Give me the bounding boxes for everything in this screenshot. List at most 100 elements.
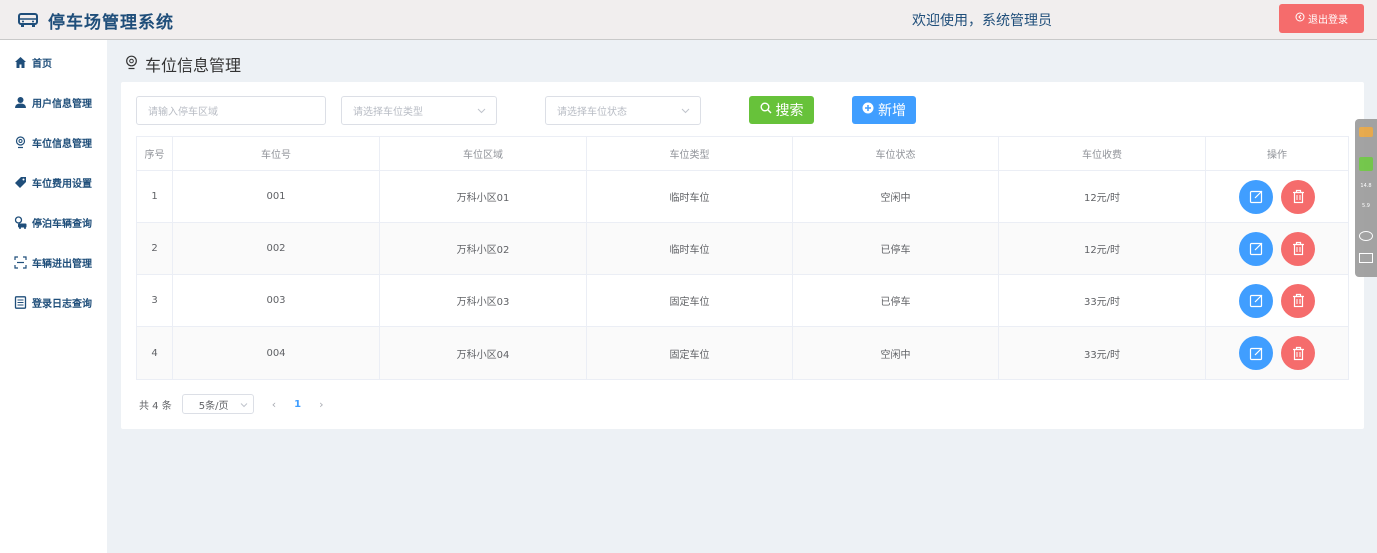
space-status-select[interactable]: 请选择车位状态 bbox=[545, 96, 701, 125]
table-header-row: 序号 车位号 车位区域 车位类型 车位状态 车位收费 操作 bbox=[137, 137, 1348, 171]
home-icon bbox=[14, 56, 27, 69]
space-type-select[interactable]: 请选择车位类型 bbox=[341, 96, 497, 125]
car-search-icon bbox=[14, 215, 27, 229]
sidebar-item-parked-vehicles[interactable]: 停泊车辆查询 bbox=[0, 207, 107, 237]
sidebar-item-vehicle-inout[interactable]: 车辆进出管理 bbox=[0, 247, 107, 277]
floating-monitor-widget[interactable]: 14.8 5.9 bbox=[1355, 119, 1377, 277]
page-size-value: 5条/页 bbox=[198, 400, 229, 412]
chevron-down-icon bbox=[240, 403, 248, 408]
column-header: 操作 bbox=[1267, 150, 1287, 161]
space-area: 万科小区02 bbox=[380, 223, 587, 274]
sidebar-item-login-logs[interactable]: 登录日志查询 bbox=[0, 287, 107, 317]
prev-page-button[interactable]: ‹ bbox=[272, 398, 276, 411]
welcome-text: 欢迎使用，系统管理员 bbox=[912, 13, 1052, 29]
space-area: 万科小区03 bbox=[380, 275, 587, 326]
row-index: 1 bbox=[137, 171, 173, 222]
log-icon bbox=[14, 295, 27, 309]
top-header: 停车场管理系统 欢迎使用，系统管理员 退出登录 bbox=[0, 0, 1377, 40]
area-search-input[interactable]: 请输入停车区域 bbox=[136, 96, 326, 125]
delete-button[interactable] bbox=[1281, 336, 1315, 370]
badge-icon bbox=[1359, 127, 1373, 137]
add-button[interactable]: 新增 bbox=[852, 96, 916, 124]
table-row: 2 002 万科小区02 临时车位 已停车 12元/时 bbox=[137, 223, 1348, 275]
page-number[interactable]: 1 bbox=[294, 399, 301, 410]
area-placeholder: 请输入停车区域 bbox=[148, 107, 218, 118]
row-actions bbox=[1206, 223, 1348, 274]
car-logo-icon bbox=[18, 10, 38, 28]
row-index: 4 bbox=[137, 327, 173, 379]
row-index: 3 bbox=[137, 275, 173, 326]
widget-value: 14.8 bbox=[1360, 183, 1372, 189]
row-actions bbox=[1206, 171, 1348, 222]
trash-icon bbox=[1292, 189, 1304, 204]
edit-button[interactable] bbox=[1239, 179, 1273, 214]
sidebar-item-label: 停泊车辆查询 bbox=[32, 218, 92, 230]
chart-icon bbox=[1359, 253, 1373, 263]
table-row: 3 003 万科小区03 固定车位 已停车 33元/时 bbox=[137, 275, 1348, 327]
next-page-button[interactable]: › bbox=[319, 398, 323, 411]
space-type: 固定车位 bbox=[587, 327, 793, 379]
column-header: 车位类型 bbox=[587, 137, 793, 170]
edit-icon bbox=[1249, 242, 1262, 256]
sidebar-item-label: 车辆进出管理 bbox=[32, 258, 92, 270]
space-fee: 33元/时 bbox=[999, 275, 1206, 326]
page-title: 车位信息管理 bbox=[124, 52, 241, 76]
edit-icon bbox=[1249, 190, 1262, 204]
space-type: 临时车位 bbox=[587, 171, 793, 222]
space-area: 万科小区01 bbox=[380, 171, 587, 222]
space-fee: 12元/时 bbox=[999, 171, 1206, 222]
parking-space-table: 序号 车位号 车位区域 车位类型 车位状态 车位收费 操作 1 001 万科小区… bbox=[136, 136, 1349, 380]
scan-icon bbox=[14, 255, 27, 269]
sidebar-item-spaces[interactable]: 车位信息管理 bbox=[0, 127, 107, 157]
space-number: 002 bbox=[173, 223, 380, 274]
page-size-select[interactable]: 5条/页 bbox=[181, 394, 254, 414]
space-area: 万科小区04 bbox=[380, 327, 587, 379]
delete-button[interactable] bbox=[1281, 179, 1315, 214]
plus-circle-icon bbox=[862, 102, 874, 118]
sidebar-item-label: 首页 bbox=[32, 58, 52, 70]
sidebar-item-home[interactable]: 首页 bbox=[0, 47, 107, 77]
table-row: 1 001 万科小区01 临时车位 空闲中 12元/时 bbox=[137, 171, 1348, 223]
content-card: 请输入停车区域 请选择车位类型 请选择车位状态 搜索 新增 序号 车位号 车位区… bbox=[121, 82, 1364, 429]
chevron-down-icon bbox=[477, 108, 486, 114]
status-placeholder: 请选择车位状态 bbox=[557, 107, 627, 118]
user-icon bbox=[14, 96, 27, 109]
column-header: 车位状态 bbox=[793, 137, 999, 170]
space-type: 固定车位 bbox=[587, 275, 793, 326]
edit-button[interactable] bbox=[1239, 336, 1273, 370]
edit-button[interactable] bbox=[1239, 231, 1273, 266]
battery-icon bbox=[1359, 157, 1373, 171]
space-type: 临时车位 bbox=[587, 223, 793, 274]
sidebar-item-users[interactable]: 用户信息管理 bbox=[0, 87, 107, 117]
space-status: 已停车 bbox=[793, 223, 999, 274]
delete-button[interactable] bbox=[1281, 283, 1315, 318]
row-index: 2 bbox=[137, 223, 173, 274]
table-row: 4 004 万科小区04 固定车位 空闲中 33元/时 bbox=[137, 327, 1348, 379]
search-button[interactable]: 搜索 bbox=[749, 96, 814, 124]
space-status: 空闲中 bbox=[793, 171, 999, 222]
pagination: 共 4 条 5条/页 ‹ 1 › bbox=[139, 394, 324, 414]
widget-value: 5.9 bbox=[1362, 203, 1370, 209]
space-number: 004 bbox=[173, 327, 380, 379]
total-count: 共 4 条 bbox=[139, 400, 172, 412]
add-label: 新增 bbox=[878, 103, 906, 119]
sidebar-item-label: 登录日志查询 bbox=[32, 298, 92, 310]
edit-button[interactable] bbox=[1239, 283, 1273, 318]
space-number: 001 bbox=[173, 171, 380, 222]
logout-icon bbox=[1295, 12, 1305, 25]
location-icon bbox=[14, 135, 27, 149]
logout-button[interactable]: 退出登录 bbox=[1279, 4, 1364, 33]
column-header: 车位区域 bbox=[380, 137, 587, 170]
edit-icon bbox=[1249, 294, 1262, 308]
row-actions bbox=[1206, 275, 1348, 326]
edit-icon bbox=[1249, 347, 1262, 360]
sidebar-item-fees[interactable]: 车位费用设置 bbox=[0, 167, 107, 197]
space-number: 003 bbox=[173, 275, 380, 326]
sidebar-item-label: 用户信息管理 bbox=[32, 98, 92, 110]
row-actions bbox=[1206, 327, 1348, 379]
space-fee: 33元/时 bbox=[999, 327, 1206, 379]
type-placeholder: 请选择车位类型 bbox=[353, 107, 423, 118]
delete-button[interactable] bbox=[1281, 231, 1315, 266]
trash-icon bbox=[1292, 293, 1304, 308]
column-header: 序号 bbox=[137, 137, 173, 170]
